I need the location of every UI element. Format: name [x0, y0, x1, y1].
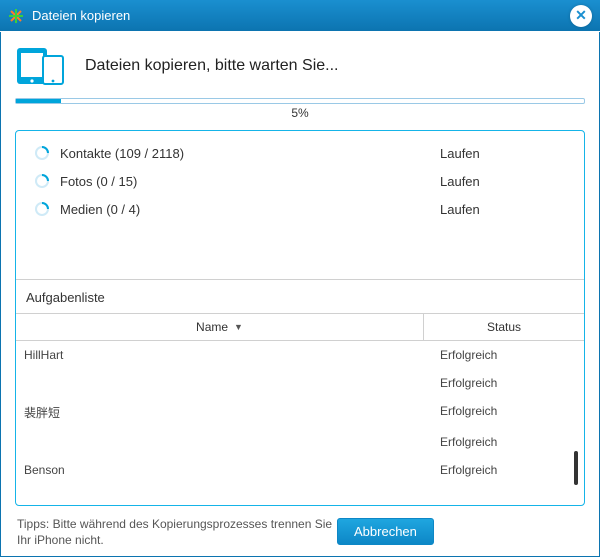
- category-row: Fotos (0 / 15) Laufen: [34, 173, 566, 189]
- content-panel: Kontakte (109 / 2118) Laufen Fotos (0 / …: [15, 130, 585, 506]
- category-row: Kontakte (109 / 2118) Laufen: [34, 145, 566, 161]
- cell-name: [16, 369, 416, 397]
- devices-icon: [15, 44, 67, 88]
- column-header-name[interactable]: Name ▼: [16, 314, 424, 340]
- title-bar: Dateien kopieren ✕: [0, 0, 600, 32]
- category-label: Fotos (0 / 15): [60, 174, 440, 189]
- cancel-button[interactable]: Abbrechen: [337, 518, 434, 545]
- category-label: Medien (0 / 4): [60, 202, 440, 217]
- spinner-icon: [34, 201, 50, 217]
- cell-name: [16, 428, 416, 456]
- table-row: Benson Erfolgreich: [16, 456, 584, 484]
- cell-status: Erfolgreich: [416, 369, 584, 397]
- footer: Tipps: Bitte während des Kopierungsproze…: [11, 506, 589, 550]
- dialog-body: Dateien kopieren, bitte warten Sie... 5%…: [0, 32, 600, 557]
- progress-bar: [15, 98, 585, 104]
- cell-status: Erfolgreich: [416, 341, 584, 369]
- spinner-icon: [34, 145, 50, 161]
- header: Dateien kopieren, bitte warten Sie...: [11, 40, 589, 98]
- category-label: Kontakte (109 / 2118): [60, 146, 440, 161]
- cell-status: Erfolgreich: [416, 456, 584, 484]
- category-status: Laufen: [440, 202, 480, 217]
- sort-indicator-icon: ▼: [234, 322, 243, 332]
- spinner-icon: [34, 173, 50, 189]
- footer-tip: Tipps: Bitte während des Kopierungsproze…: [17, 516, 337, 548]
- close-button[interactable]: ✕: [570, 5, 592, 27]
- table-row: Erfolgreich: [16, 428, 584, 456]
- cell-status: Erfolgreich: [416, 428, 584, 456]
- category-status: Laufen: [440, 174, 480, 189]
- table-row: Erfolgreich: [16, 369, 584, 397]
- tasklist-title: Aufgabenliste: [16, 280, 584, 313]
- category-row: Medien (0 / 4) Laufen: [34, 201, 566, 217]
- table-row: 裴胖短 Erfolgreich: [16, 397, 584, 428]
- progress-percent: 5%: [15, 106, 585, 120]
- cell-name: 裴胖短: [16, 397, 416, 428]
- dialog-heading: Dateien kopieren, bitte warten Sie...: [85, 57, 338, 75]
- progress-fill: [16, 99, 61, 103]
- cell-name: HillHart: [16, 341, 416, 369]
- category-status: Laufen: [440, 146, 480, 161]
- category-list: Kontakte (109 / 2118) Laufen Fotos (0 / …: [16, 131, 584, 279]
- cell-status: Erfolgreich: [416, 397, 584, 428]
- app-logo-icon: [8, 8, 24, 24]
- progress-section: 5%: [15, 98, 585, 120]
- task-list: Aufgabenliste Name ▼ Status HillHart Erf…: [16, 279, 584, 505]
- table-row: HillHart Erfolgreich: [16, 341, 584, 369]
- cell-name: Benson: [16, 456, 416, 484]
- scrollbar-thumb[interactable]: [574, 451, 578, 485]
- column-header-status[interactable]: Status: [424, 314, 584, 340]
- window-title: Dateien kopieren: [32, 8, 130, 23]
- table-body[interactable]: HillHart Erfolgreich Erfolgreich 裴胖短 Erf…: [16, 341, 584, 505]
- close-icon: ✕: [575, 7, 587, 24]
- table-header: Name ▼ Status: [16, 313, 584, 341]
